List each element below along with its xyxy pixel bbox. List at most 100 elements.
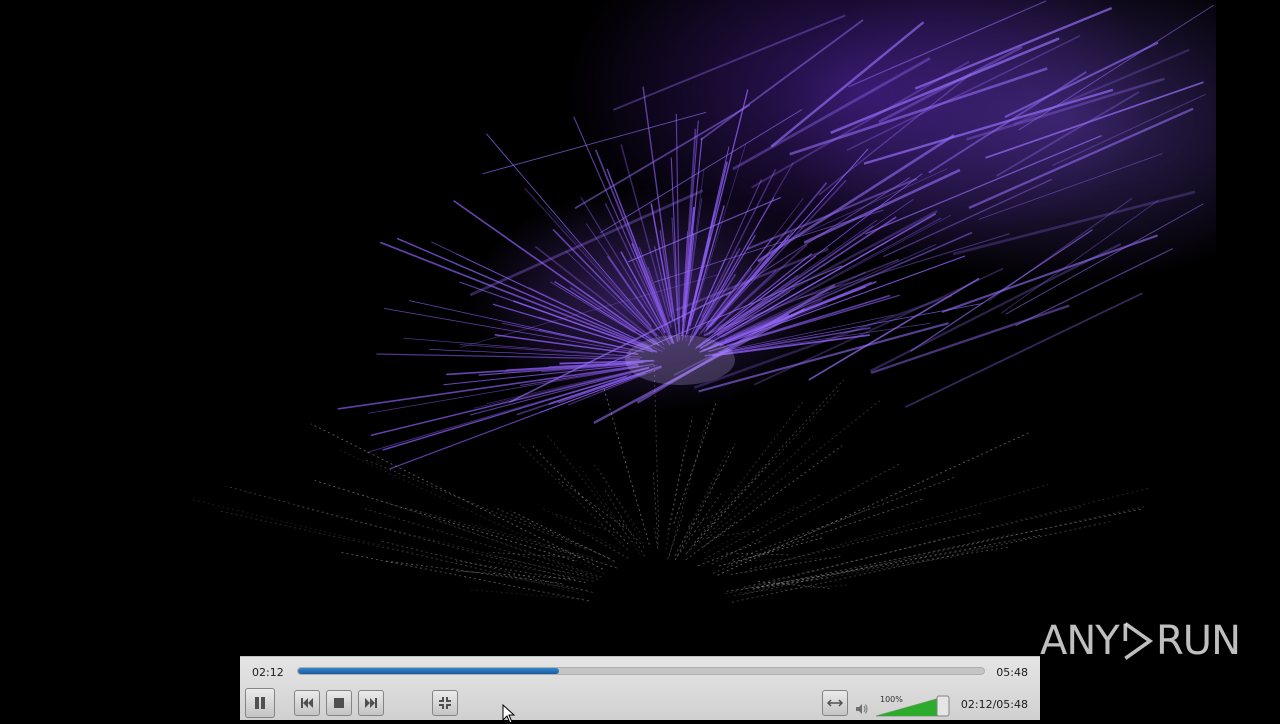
pause-button[interactable] xyxy=(245,688,275,718)
grey-ray xyxy=(726,552,790,556)
streak-line xyxy=(770,21,925,148)
mouse-cursor xyxy=(502,704,516,724)
grey-ray xyxy=(602,385,650,545)
grey-ray xyxy=(674,471,721,557)
grey-ray xyxy=(694,436,813,547)
mute-button[interactable] xyxy=(854,701,870,717)
volume-percentage: 100% xyxy=(880,695,903,704)
grey-ray xyxy=(545,433,634,543)
grey-ray xyxy=(542,508,620,551)
watermark-right-text: RUN xyxy=(1156,618,1241,664)
watermark-left-text: ANY xyxy=(1040,618,1120,664)
stop-button[interactable] xyxy=(326,690,352,716)
aspect-ratio-icon xyxy=(827,699,843,707)
grey-ray xyxy=(739,557,827,562)
grey-ray xyxy=(339,449,605,574)
grey-ray xyxy=(314,480,575,562)
streak-line xyxy=(1005,203,1204,315)
streak-line xyxy=(1013,48,1190,126)
burst-filament xyxy=(650,203,674,321)
grey-ray xyxy=(704,494,820,560)
streak-line xyxy=(693,294,953,389)
streak-line xyxy=(798,233,1010,299)
grey-ray xyxy=(752,534,1041,590)
grey-ray xyxy=(455,560,586,583)
grey-ray xyxy=(554,513,616,533)
grey-ray xyxy=(387,502,598,578)
seek-bar[interactable] xyxy=(297,667,985,675)
grey-ray xyxy=(598,469,644,544)
grey-ray xyxy=(485,553,599,580)
grey-ray xyxy=(751,545,990,589)
streak-line xyxy=(600,109,803,234)
burst-filament xyxy=(699,213,937,350)
grey-ray xyxy=(653,357,660,537)
anyrun-watermark: ANY RUN xyxy=(1040,608,1241,674)
video-display[interactable] xyxy=(0,0,1216,720)
grey-ray xyxy=(362,507,588,576)
grey-ray xyxy=(733,532,1018,597)
grey-ray xyxy=(555,476,625,528)
grey-ray xyxy=(476,558,594,582)
grey-ray xyxy=(717,432,1030,576)
fullscreen-controller: 02:12 05:48 100% 02:12/05:48 xyxy=(240,656,1040,720)
grey-ray xyxy=(706,398,883,540)
streak-line xyxy=(789,67,1048,156)
grey-ray xyxy=(668,418,708,558)
grey-ray xyxy=(191,499,584,595)
grey-ray xyxy=(731,476,955,561)
grey-ray xyxy=(654,527,659,549)
time-status: 02:12/05:48 xyxy=(960,698,1028,711)
elapsed-time: 02:12 xyxy=(252,666,284,679)
grey-ray xyxy=(730,498,924,565)
visualization-graphic xyxy=(191,0,1214,603)
player-window: ANY RUN 02:12 05:48 100% 02:12/05:48 xyxy=(0,0,1280,724)
total-time: 05:48 xyxy=(996,666,1028,679)
play-logo-icon xyxy=(1123,622,1153,660)
grey-ray xyxy=(652,471,659,545)
streak-line xyxy=(952,190,1196,256)
next-button[interactable] xyxy=(358,690,384,716)
previous-button[interactable] xyxy=(294,690,320,716)
grey-ray xyxy=(363,458,586,550)
grey-ray xyxy=(756,508,1142,588)
grey-ray xyxy=(693,388,841,546)
burst-filament xyxy=(709,179,847,328)
grey-ray xyxy=(226,485,575,580)
stop-icon xyxy=(334,698,344,708)
grey-ray xyxy=(604,489,646,557)
grey-ray xyxy=(310,423,603,570)
grey-ray xyxy=(471,523,594,559)
seek-bar-fill xyxy=(298,668,559,674)
grey-ray xyxy=(618,519,645,548)
grey-ray xyxy=(665,447,686,550)
grey-ray xyxy=(438,520,602,578)
grey-ray xyxy=(579,465,641,555)
burst-core xyxy=(625,335,735,385)
grey-ray xyxy=(743,487,1150,589)
grey-ray xyxy=(673,401,717,524)
grey-ray xyxy=(545,544,617,569)
grey-ray xyxy=(380,540,593,593)
grey-ray xyxy=(711,462,901,565)
skip-previous-icon xyxy=(301,698,313,708)
grey-ray xyxy=(674,448,730,556)
streak-line xyxy=(757,134,955,263)
streak-line xyxy=(869,243,1122,373)
pause-icon xyxy=(255,697,265,709)
streak-line xyxy=(574,104,751,210)
fullscreen-toggle-button[interactable] xyxy=(432,690,458,716)
grey-ray xyxy=(340,552,589,602)
burst-filament xyxy=(382,375,627,451)
burst-filament xyxy=(379,241,653,350)
grey-ray xyxy=(470,589,583,600)
grey-ray xyxy=(447,567,588,591)
aspect-ratio-button[interactable] xyxy=(822,690,848,716)
grey-ray xyxy=(685,400,804,555)
burst-filament xyxy=(446,361,644,376)
speaker-icon xyxy=(856,704,868,714)
grey-ray xyxy=(743,505,1085,588)
fullscreen-icon xyxy=(439,697,451,709)
grey-ray xyxy=(741,506,1145,596)
grey-ray xyxy=(667,416,693,531)
